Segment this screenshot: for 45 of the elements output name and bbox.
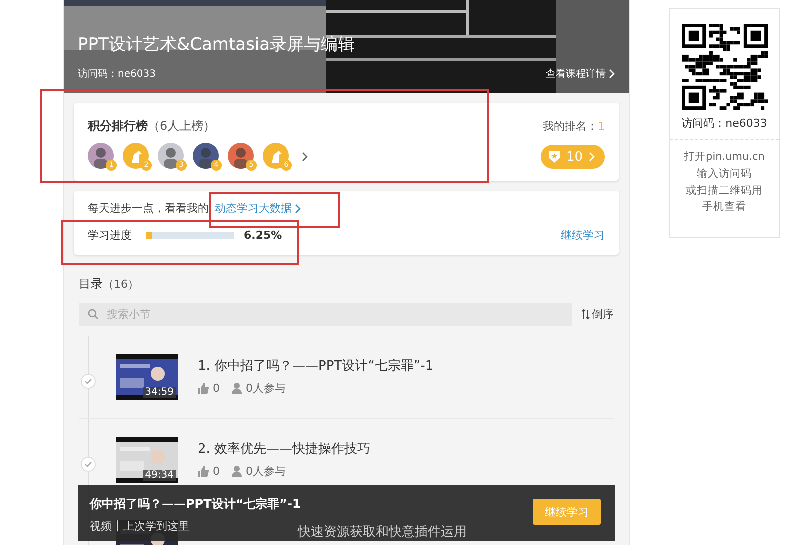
lesson-type: 视频 xyxy=(90,519,112,534)
course-details-link[interactable]: 查看课程详情 xyxy=(546,67,615,81)
access-code: 访问码：ne6033 xyxy=(682,116,768,131)
video-duration: 34:59 xyxy=(143,387,176,398)
separator: | xyxy=(116,519,120,534)
video-duration: 49:34 xyxy=(143,470,176,481)
chevron-icon xyxy=(295,204,301,214)
progress-reading: 6.25% xyxy=(244,229,282,242)
lesson-title[interactable]: 快速资源获取和快意插件运用 xyxy=(298,523,467,541)
progress-label: 学习进度 xyxy=(88,228,133,243)
my-rank-label: 我的排名： xyxy=(543,120,598,133)
chevron-icon xyxy=(589,152,595,162)
leaderboard-count: （6人上榜） xyxy=(148,119,216,133)
progress-prompt: 每天进步一点，看看我的 xyxy=(88,201,209,216)
learning-data-link[interactable]: 动态学习大数据 xyxy=(215,201,301,216)
horse-avatar-icon xyxy=(123,143,149,169)
thumbs-up-icon xyxy=(198,383,209,394)
like-count: 0 xyxy=(213,382,220,395)
participant-count: 0人参与 xyxy=(246,464,286,479)
access-code: 访问码：ne6033 xyxy=(78,69,156,80)
qr-instruction-line: 打开pin.umu.cn xyxy=(684,150,765,165)
course-title: PPT设计艺术&Camtasia录屏与编辑 xyxy=(78,34,356,56)
catalog-count: （16） xyxy=(103,278,139,291)
continue-link[interactable]: 继续学习 xyxy=(561,228,605,243)
lesson-title[interactable]: 2. 效率优先——快捷操作技巧 xyxy=(198,440,371,458)
person-icon xyxy=(232,383,242,394)
sort-icon xyxy=(582,309,590,320)
thumbs-up-icon xyxy=(198,466,209,477)
participant-count: 0人参与 xyxy=(246,381,286,396)
qr-instruction-line: 手机查看 xyxy=(702,200,746,216)
qr-instruction-line: 输入访问码 xyxy=(696,166,752,182)
qr-instruction-line: 或扫描二维码用 xyxy=(686,184,763,199)
person-icon xyxy=(232,466,242,477)
chevron-icon xyxy=(609,69,615,79)
resume-note: 上次学到这里 xyxy=(124,519,190,534)
horse-avatar-icon xyxy=(263,143,289,169)
like-count: 0 xyxy=(213,465,220,478)
leaderboard-title: 积分排行榜 xyxy=(88,119,148,133)
my-rank: 1 xyxy=(598,120,605,133)
more-chevron-icon xyxy=(302,152,308,162)
catalog-title: 目录 xyxy=(79,277,103,291)
sort-button[interactable]: 倒序 xyxy=(582,307,614,322)
lesson-title[interactable]: 1. 你中招了吗？——PPT设计“七宗罪”-1 xyxy=(198,357,434,375)
resume-title: 你中招了吗？——PPT设计“七宗罪”-1 xyxy=(90,496,301,513)
shield-icon xyxy=(549,151,560,163)
